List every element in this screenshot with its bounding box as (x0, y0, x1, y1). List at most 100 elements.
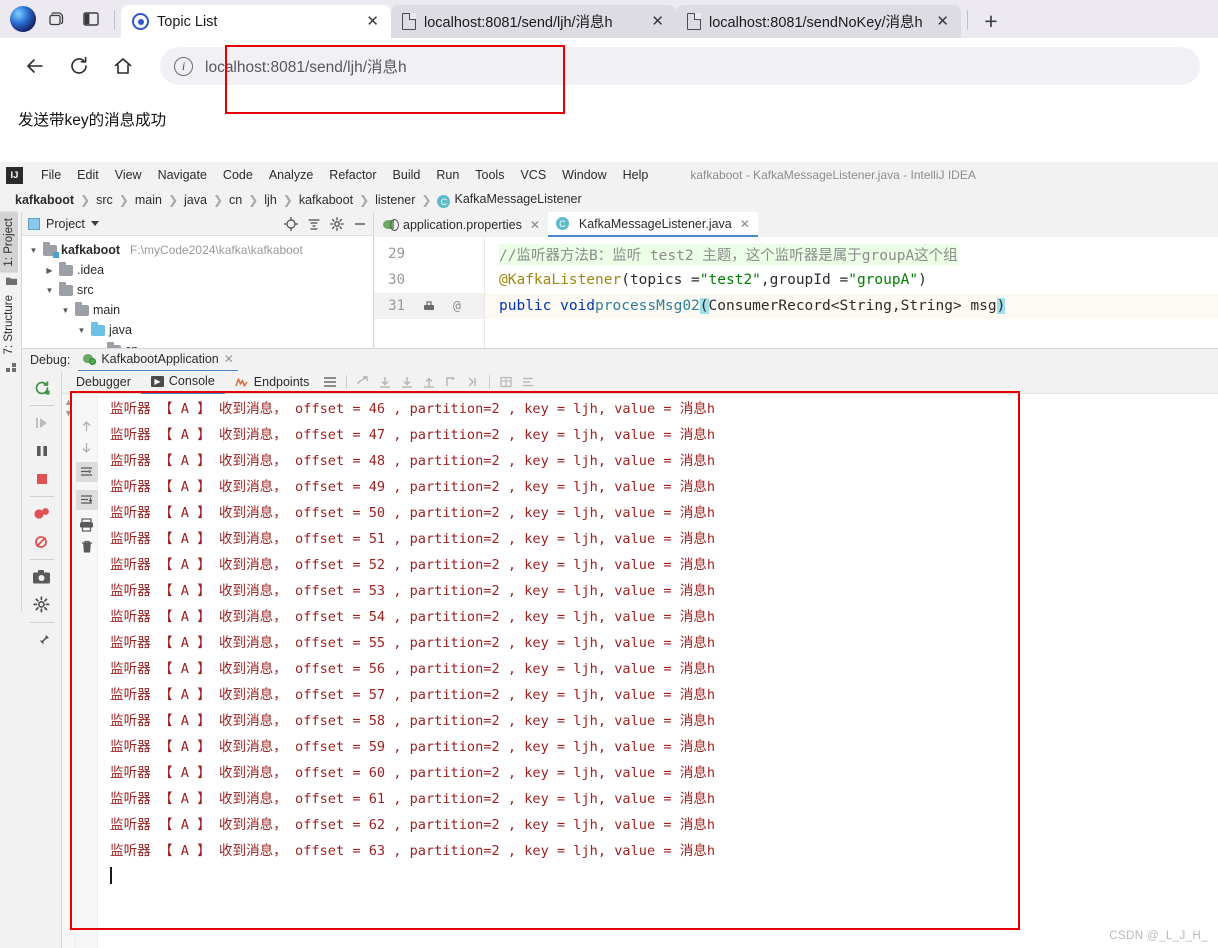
tab-console[interactable]: ▶ Console (140, 371, 225, 394)
editor-tab-kafkamessagelistener[interactable]: C KafkaMessageListener.java ✕ (547, 212, 758, 237)
screen-root: Topic List ✕ localhost:8081/send/ljh/消息h… (0, 0, 1218, 948)
code-text[interactable]: //监听器方法B：监听 test2 主题，这个监听器是属于groupA这个组 @… (485, 237, 1218, 348)
scroll-down-icon[interactable]: ▼ (64, 408, 73, 419)
idea-menu-bar: IJ File Edit View Navigate Code Analyze … (0, 162, 1218, 188)
tab-endpoints[interactable]: Endpoints (225, 371, 320, 394)
debug-config-tab[interactable]: KafkabootApplication ✕ (78, 349, 238, 372)
chevron-down-icon[interactable] (90, 221, 99, 226)
breadcrumb-separator: ❯ (80, 193, 91, 207)
menu-help[interactable]: Help (615, 166, 657, 184)
tree-node-kafkaboot[interactable]: ▼ kafkaboot F:\myCode2024\kafka\kafkaboo… (28, 240, 373, 260)
split-screen-icon[interactable] (74, 2, 108, 36)
rail-tab-project[interactable]: 1: Project (0, 212, 18, 273)
soft-wrap-icon[interactable] (319, 372, 341, 392)
settings-gear-icon[interactable] (330, 216, 344, 231)
resume-icon[interactable] (27, 410, 57, 436)
breadcrumb-item-main[interactable]: main (130, 193, 167, 207)
scroll-up-icon[interactable]: ▲ (64, 397, 73, 408)
tab-collections-icon[interactable] (40, 2, 74, 36)
class-icon: C (437, 195, 451, 209)
menu-vcs[interactable]: VCS (512, 166, 554, 184)
console-scroll-gutter[interactable]: ▲ ▼ (62, 394, 76, 948)
breadcrumb-class-label: KafkaMessageListener (454, 191, 582, 206)
breadcrumb-item-java[interactable]: java (179, 193, 212, 207)
console-line: 监听器 【 A 】 收到消息， offset = 60 , partition=… (110, 765, 716, 781)
tree-node-java[interactable]: ▼ java (28, 320, 373, 340)
menu-navigate[interactable]: Navigate (150, 166, 215, 184)
browser-tab-1[interactable]: Topic List ✕ (121, 5, 391, 38)
breadcrumb-item-listener[interactable]: listener (370, 193, 420, 207)
browser-tab-2[interactable]: localhost:8081/send/ljh/消息h ✕ (391, 5, 676, 38)
browser-tab-3-close[interactable]: ✕ (932, 14, 953, 29)
browser-tab-2-close[interactable]: ✕ (647, 14, 668, 29)
debug-config-close[interactable]: ✕ (224, 352, 234, 366)
menu-build[interactable]: Build (385, 166, 429, 184)
new-tab-button[interactable]: + (974, 5, 1008, 38)
browser-tab-3[interactable]: localhost:8081/sendNoKey/消息h ✕ (676, 5, 961, 38)
breadcrumb-item-kafkaboot[interactable]: kafkaboot (10, 193, 79, 207)
hide-panel-icon[interactable] (353, 217, 367, 231)
breadcrumb-item-src[interactable]: src (91, 193, 118, 207)
editor-tab-application-properties[interactable]: application.properties ✕ (375, 212, 548, 237)
print-icon[interactable] (79, 518, 94, 532)
tree-label: src (77, 283, 94, 297)
menu-analyze[interactable]: Analyze (261, 166, 321, 184)
editor-tab-close[interactable]: ✕ (530, 218, 540, 232)
editor-tab-close[interactable]: ✕ (740, 217, 750, 231)
pause-icon[interactable] (27, 438, 57, 464)
home-button[interactable] (104, 47, 142, 85)
breadcrumb-item-cn[interactable]: cn (224, 193, 247, 207)
tree-twisty-icon[interactable]: ▶ (44, 266, 55, 275)
view-breakpoints-icon[interactable] (27, 501, 57, 527)
tree-twisty-icon[interactable]: ▼ (76, 326, 87, 335)
site-info-icon[interactable]: i (174, 56, 193, 76)
tree-node-main[interactable]: ▼ main (28, 300, 373, 320)
breadcrumb-item-kafkaboot-pkg[interactable]: kafkaboot (294, 193, 358, 207)
menu-window[interactable]: Window (554, 166, 614, 184)
address-bar[interactable]: i localhost:8081/send/ljh/消息h (160, 47, 1200, 85)
address-input[interactable]: localhost:8081/send/ljh/消息h (205, 55, 407, 77)
tree-node-idea[interactable]: ▶ .idea (28, 260, 373, 280)
soft-wrap-console-icon[interactable] (75, 462, 98, 482)
gutter-line-30: 30 (375, 267, 484, 293)
back-button[interactable] (16, 47, 54, 85)
menu-tools[interactable]: Tools (467, 166, 512, 184)
tree-twisty-icon[interactable]: ▼ (28, 246, 39, 255)
settings-icon[interactable] (27, 592, 57, 618)
browser-tab-1-close[interactable]: ✕ (362, 14, 383, 29)
tree-twisty-icon[interactable]: ▼ (60, 306, 71, 315)
menu-edit[interactable]: Edit (69, 166, 107, 184)
pin-icon[interactable] (27, 627, 57, 653)
trash-icon[interactable] (80, 540, 94, 554)
breadcrumb-item-class[interactable]: C KafkaMessageListener (432, 192, 586, 209)
screenshot-icon[interactable] (27, 564, 57, 590)
document-icon (687, 13, 701, 30)
tree-twisty-icon[interactable]: ▼ (44, 286, 55, 295)
menu-code[interactable]: Code (215, 166, 261, 184)
run-gutter-icon[interactable] (423, 300, 435, 312)
menu-run[interactable]: Run (428, 166, 467, 184)
breadcrumb-item-ljh[interactable]: ljh (259, 193, 282, 207)
debug-run-icon (82, 353, 97, 365)
annotation-gutter-icon[interactable]: @ (453, 299, 461, 314)
rerun-icon[interactable] (27, 375, 57, 401)
mute-breakpoints-icon[interactable] (27, 529, 57, 555)
console-log-text[interactable]: 监听器 【 A 】 收到消息， offset = 46 , partition=… (98, 394, 1218, 948)
reload-button[interactable] (60, 47, 98, 85)
collapse-all-icon[interactable] (307, 217, 321, 231)
menu-view[interactable]: View (107, 166, 150, 184)
up-arrow-icon[interactable] (80, 420, 93, 433)
editor-gutter[interactable]: 29 30 31 @ (375, 237, 485, 348)
console-output-panel[interactable]: ▲ ▼ 监听器 【 A 】 收到消息， offset = 46 , partit… (62, 394, 1218, 948)
tab-debugger[interactable]: Debugger (66, 371, 141, 394)
menu-file[interactable]: File (33, 166, 69, 184)
stop-icon[interactable] (27, 466, 57, 492)
rail-tab-structure[interactable]: 7: Structure (0, 289, 18, 360)
scroll-to-end-icon[interactable] (75, 490, 98, 510)
tree-node-src[interactable]: ▼ src (28, 280, 373, 300)
code-editor[interactable]: 29 30 31 @ //监听器方法B：监听 test2 主题，这个监听器是属于… (375, 237, 1218, 348)
scroll-from-source-icon[interactable] (284, 216, 298, 231)
menu-refactor[interactable]: Refactor (321, 166, 384, 184)
down-arrow-icon[interactable] (80, 441, 93, 454)
browser-profile-orb[interactable] (6, 2, 40, 36)
